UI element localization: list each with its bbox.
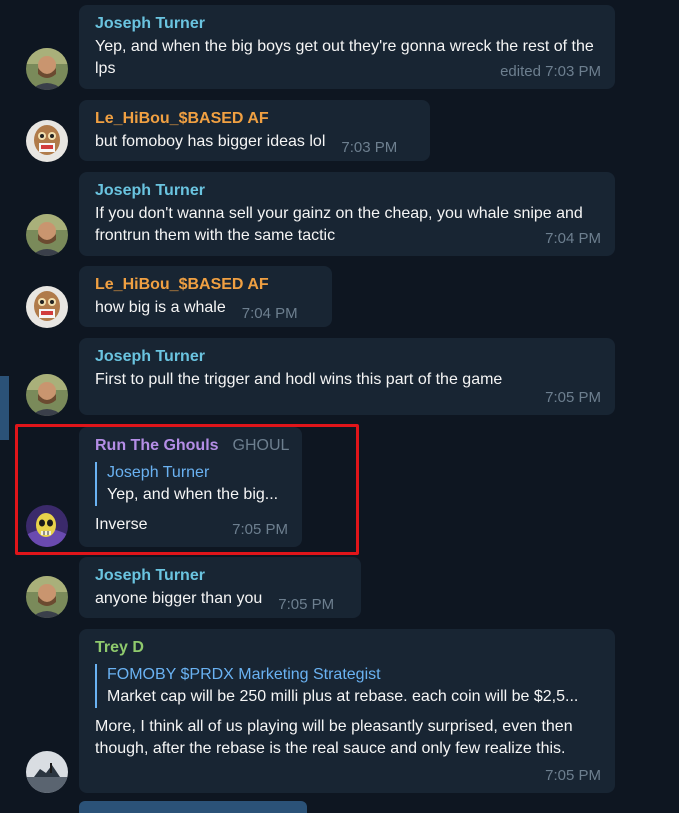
- avatar-joseph-turner[interactable]: [26, 48, 68, 90]
- chat-scroll-indicator[interactable]: [0, 376, 9, 440]
- message-bubble[interactable]: Trey D FOMOBY $PRDX Marketing Strategist…: [79, 629, 615, 793]
- sender-name[interactable]: Trey D: [95, 638, 599, 660]
- reply-sender: FOMOBY $PRDX Marketing Strategist: [107, 666, 381, 683]
- message-bubble[interactable]: Le_HiBou_$BASED AF how big is a whale 7:0…: [79, 266, 332, 327]
- next-message-bubble[interactable]: [79, 801, 307, 813]
- message-content: how big is a whale 7:04 PM: [95, 297, 316, 322]
- avatar-joseph-turner[interactable]: [26, 214, 68, 256]
- message-text: but fomoboy has bigger ideas lol: [95, 133, 326, 150]
- sender-name[interactable]: Joseph Turner: [95, 181, 599, 203]
- message-time: 7:04 PM: [545, 230, 601, 247]
- reply-text: Market cap will be 250 milli plus at reb…: [107, 688, 579, 705]
- message-text: If you don't wanna sell your gainz on th…: [95, 205, 583, 244]
- avatar-le-hibou[interactable]: [26, 120, 68, 162]
- message-time: 7:05 PM: [278, 596, 335, 613]
- message-text: anyone bigger than you: [95, 590, 263, 607]
- sender-name[interactable]: Joseph Turner: [95, 14, 599, 36]
- avatar-joseph-turner[interactable]: [26, 576, 68, 618]
- message-bubble[interactable]: Joseph Turner First to pull the trigger …: [79, 338, 615, 415]
- message-bubble[interactable]: Joseph Turner If you don't wanna sell yo…: [79, 172, 615, 256]
- highlight-box: [15, 424, 359, 555]
- avatar-trey-d[interactable]: [26, 751, 68, 793]
- message-bubble[interactable]: Joseph Turner anyone bigger than you 7:05…: [79, 557, 361, 618]
- message-text: how big is a whale: [95, 299, 226, 316]
- message-time: 7:05 PM: [545, 389, 601, 406]
- sender-name[interactable]: Le_HiBou_$BASED AF: [95, 275, 316, 297]
- message-text: More, I think all of us playing will be …: [95, 718, 573, 757]
- message-time: 7:03 PM: [341, 139, 398, 156]
- sender-name[interactable]: Joseph Turner: [95, 347, 599, 369]
- avatar-joseph-turner[interactable]: [26, 374, 68, 416]
- message-time: 7:04 PM: [241, 305, 298, 322]
- message-content: but fomoboy has bigger ideas lol 7:03 PM: [95, 131, 414, 156]
- message-content: anyone bigger than you 7:05 PM: [95, 588, 345, 613]
- sender-name[interactable]: Le_HiBou_$BASED AF: [95, 109, 414, 131]
- message-text: First to pull the trigger and hodl wins …: [95, 371, 503, 388]
- sender-name[interactable]: Joseph Turner: [95, 566, 345, 588]
- message-bubble[interactable]: Joseph Turner Yep, and when the big boys…: [79, 5, 615, 89]
- reply-quote[interactable]: FOMOBY $PRDX Marketing Strategist Market…: [95, 664, 599, 708]
- message-time: edited 7:03 PM: [500, 63, 601, 80]
- message-bubble[interactable]: Le_HiBou_$BASED AF but fomoboy has bigge…: [79, 100, 430, 161]
- avatar-le-hibou[interactable]: [26, 286, 68, 328]
- message-time: 7:05 PM: [545, 767, 601, 784]
